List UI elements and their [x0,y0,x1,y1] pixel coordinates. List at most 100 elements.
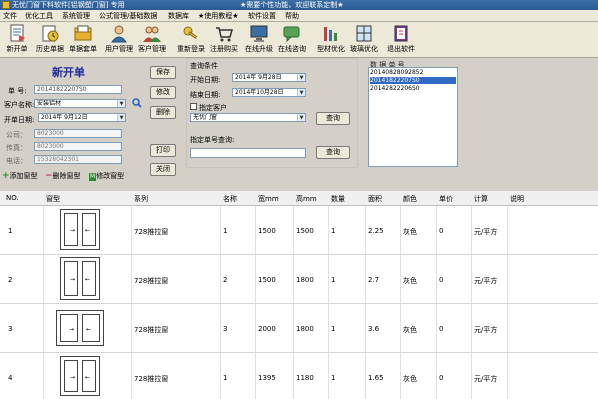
menu-system[interactable]: 系统管理 [62,11,90,21]
chevron-down-icon[interactable]: ▼ [117,100,125,107]
print-button[interactable]: 打印 [150,144,176,157]
col-height[interactable]: 高mm [296,194,317,204]
arrow-right-icon: → [69,373,75,381]
customer-mgmt-button[interactable]: 客户管理 [135,23,169,56]
query-customer-select[interactable]: 无忧门窗 ▼ [190,113,306,122]
cell-color: 灰色 [403,277,417,285]
relogin-label: 重新登录 [177,45,205,53]
col-calc[interactable]: 计算 [474,194,488,204]
order-no-field[interactable]: 20141822207S0 [34,85,122,94]
customer-checkbox[interactable] [190,103,197,110]
add-window-button[interactable]: +添加窗型 [2,171,38,182]
col-area[interactable]: 面积 [368,194,382,204]
online-consult-button[interactable]: 在线咨询 [275,23,309,56]
sliding-window-drawing: → ← [60,209,100,250]
cart-icon [216,27,233,42]
toolbar: 新开单 历史单据 单据套单 用户管理 客户管理 重新登录 注册购买 在线升级 在… [0,22,598,58]
online-upgrade-button[interactable]: 在线升级 [242,23,276,56]
end-date-dropdown-icon[interactable]: ▼ [297,89,305,96]
order-query-button[interactable]: 查询 [316,146,350,159]
order-set-label: 单据套单 [69,45,97,53]
start-date-dropdown-icon[interactable]: ▼ [297,74,305,81]
calendar-dropdown-icon[interactable]: ▼ [117,114,125,121]
relogin-button[interactable]: 重新登录 [174,23,208,56]
remove-window-button[interactable]: −删除窗型 [45,171,81,182]
query-title: 查询条件 [190,62,218,70]
customer-mgmt-label: 客户管理 [138,45,166,53]
fax-field[interactable]: 8023000 [34,142,122,151]
delete-button[interactable]: 删除 [150,106,176,119]
date-picker[interactable]: 2014年 9月12日 ▼ [38,113,126,122]
window-sash-right: ← [82,261,96,296]
menu-tutorial[interactable]: ★使用教程★ [198,11,239,21]
customer-value: 安装铝材 [37,100,62,107]
window-sash-right: ← [82,213,96,246]
menu-formula[interactable]: 公式管理/基础数据 [99,11,157,21]
table-row[interactable]: 4 → ← 728推拉窗 1 1395 1180 1 1.65 灰色 0 元/平… [0,353,598,399]
order-no-label: 单 号: [8,87,27,95]
app-icon [2,1,10,9]
arrow-right-icon: → [69,275,75,283]
query-customer-dropdown-icon[interactable]: ▼ [297,114,305,121]
query-customer-value: 无忧门窗 [193,114,218,121]
order-set-button[interactable]: 单据套单 [66,23,100,56]
cell-series: 728推拉窗 [134,228,169,236]
menu-file[interactable]: 文件 [3,11,17,21]
phone-field[interactable]: 15328042301 [34,155,122,164]
menu-settings[interactable]: 软件设置 [248,11,276,21]
customer-select[interactable]: 安装铝材 ▼ [34,99,126,108]
glass-optimize-label: 玻璃优化 [350,45,378,53]
menu-optimize-tools[interactable]: 优化工具 [25,11,53,21]
company-field[interactable]: 8023000 [34,129,122,138]
menu-database[interactable]: 数据库 [168,11,189,21]
col-series[interactable]: 系列 [134,194,148,204]
table-row[interactable]: 3 → ← 728推拉窗 3 2000 1800 1 3.6 灰色 0 元/平方 [0,304,598,353]
col-width[interactable]: 宽mm [258,194,279,204]
cell-name: 3 [223,325,228,333]
date-label: 开单日期: [4,116,35,124]
modify-button[interactable]: 修改 [150,86,176,99]
user-mgmt-button[interactable]: 用户管理 [102,23,136,56]
new-order-button[interactable]: 新开单 [0,23,34,56]
menu-bar: 文件 优化工具 系统管理 公式管理/基础数据 数据库 ★使用教程★ 软件设置 帮… [0,10,598,22]
arrow-right-icon: → [68,325,74,333]
query-button[interactable]: 查询 [316,112,350,125]
exit-button[interactable]: 退出软件 [384,23,418,56]
data-list-item[interactable]: 20140828092852 [370,69,423,76]
cell-price: 0 [439,276,444,284]
cell-color: 灰色 [403,228,417,236]
close-button[interactable]: 关闭 [150,163,176,176]
end-date-picker[interactable]: 2014年10月28日 ▼ [232,88,306,97]
col-color[interactable]: 颜色 [403,194,417,204]
table-row[interactable]: 1 → ← 728推拉窗 1 1500 1500 1 2.25 灰色 0 元/平… [0,206,598,255]
register-button[interactable]: 注册购买 [207,23,241,56]
history-button[interactable]: 历史单据 [33,23,67,56]
start-date-picker[interactable]: 2014年 9月28日 ▼ [232,73,306,82]
fax-label: 传真： [6,144,27,152]
online-consult-label: 在线咨询 [278,45,306,53]
menu-help[interactable]: 帮助 [285,11,299,21]
edit-window-button[interactable]: M修改窗型 [89,171,124,182]
cell-price: 0 [439,374,444,382]
glass-optimize-button[interactable]: 玻璃优化 [347,23,381,56]
cell-name: 1 [223,374,228,382]
arrow-left-icon: ← [85,275,91,283]
end-date-label: 结束日期: [190,91,221,99]
col-window-type[interactable]: 窗型 [46,194,60,204]
cell-no: 4 [8,374,13,382]
data-list-item-selected[interactable]: 20141822207S0 [370,77,456,84]
order-query-field[interactable] [190,148,306,158]
col-price[interactable]: 单价 [439,194,453,204]
col-qty[interactable]: 数量 [331,194,345,204]
col-note[interactable]: 说明 [510,194,524,204]
data-list-item[interactable]: 20142822206S0 [370,85,420,92]
data-list[interactable]: 20140828092852 20141822207S0 20142822206… [368,67,458,167]
col-name[interactable]: 名称 [223,194,237,204]
table-row[interactable]: 2 → ← 728推拉窗 2 1500 1800 1 2.7 灰色 0 元/平方 [0,255,598,304]
search-icon[interactable] [132,98,142,108]
save-button[interactable]: 保存 [150,66,176,79]
window-sash-left: → [64,213,78,246]
col-no[interactable]: NO. [6,194,19,202]
start-date-value: 2014年 9月28日 [235,74,282,81]
profile-optimize-button[interactable]: 型材优化 [314,23,348,56]
